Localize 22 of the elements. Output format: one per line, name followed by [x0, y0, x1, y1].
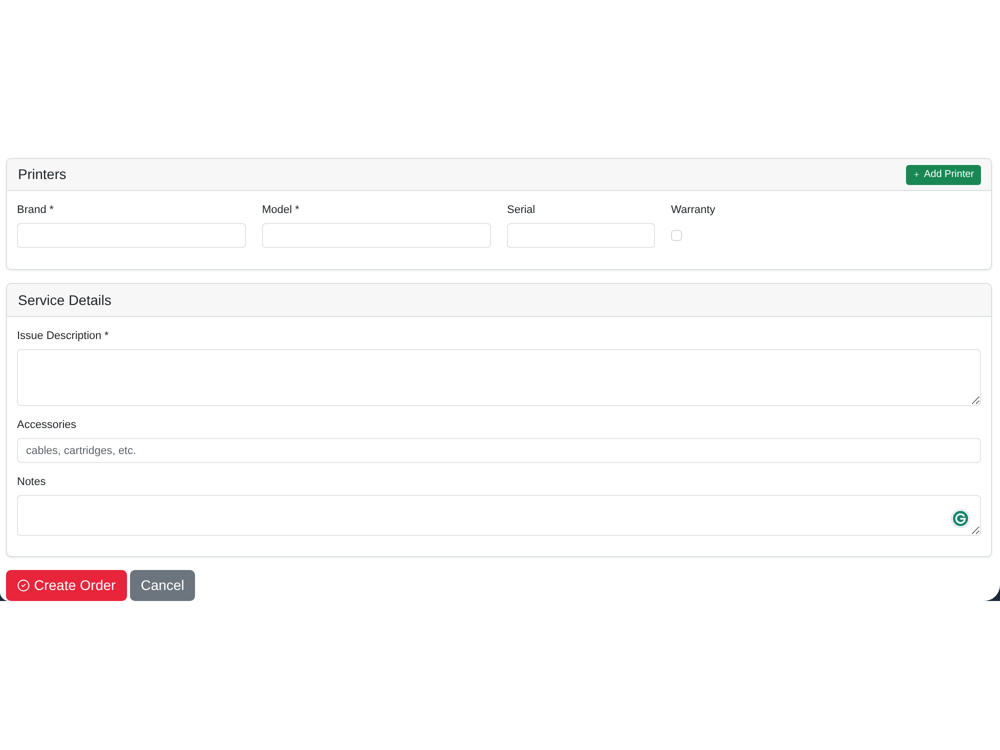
- cancel-button[interactable]: Cancel: [130, 570, 196, 601]
- plus-icon: [912, 171, 920, 178]
- field-label: Serial: [507, 203, 536, 217]
- text-area[interactable]: [17, 349, 981, 406]
- text-input[interactable]: [17, 223, 246, 248]
- field-label: Issue Description *: [17, 329, 110, 343]
- card-title: Printers: [18, 165, 66, 184]
- letter-g-badge-icon: [951, 509, 970, 528]
- card-title: Service Details: [18, 290, 112, 310]
- field-label: Notes: [17, 475, 47, 489]
- field-label: Model *: [262, 203, 300, 217]
- text-input[interactable]: [262, 223, 491, 248]
- text-input[interactable]: cables, cartridges, etc.: [17, 438, 981, 463]
- create-order-button[interactable]: Create Order: [6, 570, 127, 601]
- field-label: Accessories: [17, 418, 78, 432]
- warranty-checkbox[interactable]: [671, 230, 682, 241]
- check-circle-icon: [17, 579, 30, 592]
- field-label: Brand *: [17, 203, 55, 217]
- text-input[interactable]: [507, 223, 655, 248]
- text-area[interactable]: [17, 495, 981, 536]
- field-label: Warranty: [671, 203, 716, 217]
- add-printer-button[interactable]: Add Printer: [906, 164, 981, 184]
